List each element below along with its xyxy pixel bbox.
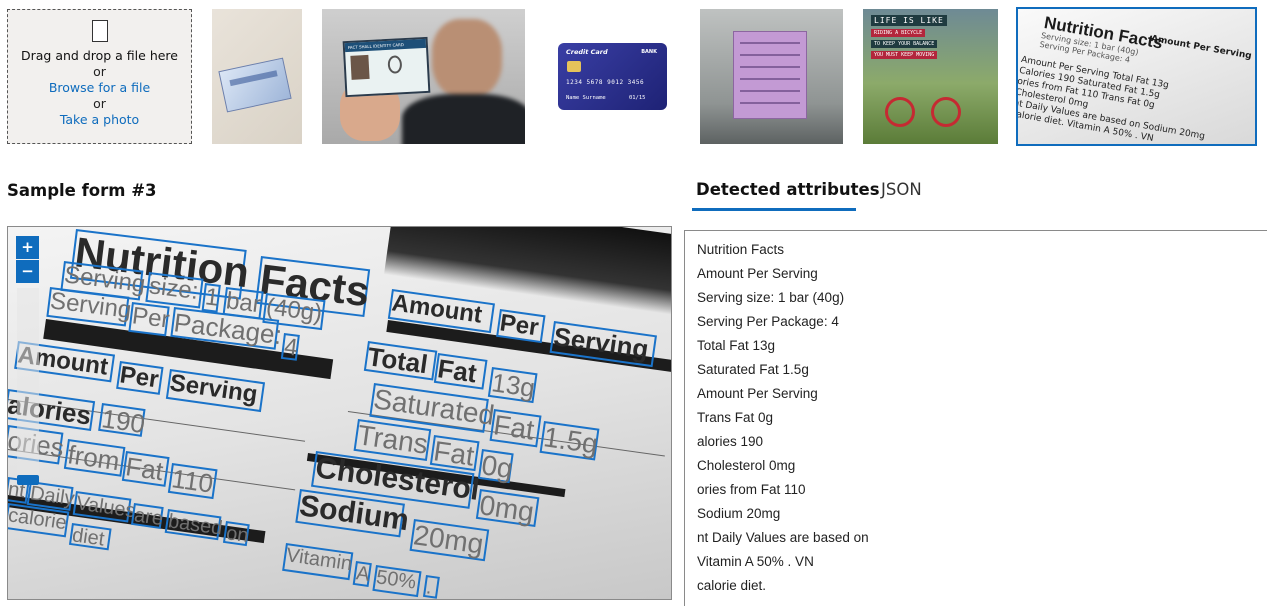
fingerprint-icon [387,55,403,74]
word-box[interactable]: are [130,503,164,530]
word-box[interactable]: 1.5g [539,421,600,461]
word-box[interactable]: Per [128,302,171,337]
card-title: Credit Card [566,48,608,56]
id-card-image: FACT SHALL IDENTITY CARD [342,36,431,98]
word-box[interactable]: Serving [165,369,266,413]
poster-line-3: TO KEEP YOUR BALANCE [871,40,938,48]
word-box[interactable]: Values [72,491,137,523]
word-box[interactable]: 13g [487,367,538,404]
detected-line: Amount Per Serving [697,266,818,281]
word-box[interactable]: 0g [477,449,515,484]
word-box[interactable]: 0mg [475,489,540,528]
word-box[interactable]: size: [145,272,204,309]
word-box[interactable]: Fat [433,353,488,390]
detected-line: Serving Per Package: 4 [697,314,839,329]
poster-line-2: RIDING A BICYCLE [871,29,926,37]
word-box[interactable]: from [63,439,126,477]
social-security-card-thumbnail[interactable] [212,9,302,144]
id-photo [350,54,370,80]
detected-line: Saturated Fat 1.5g [697,362,809,377]
detected-line: nt Daily Values are based on [697,530,869,545]
bicycle-wheel-icon [931,97,961,127]
word-box[interactable]: 190 [98,403,147,439]
card-bank: BANK [641,49,657,55]
detected-line: Serving size: 1 bar (40g) [697,290,845,305]
card-image [218,57,292,113]
sticky-note-thumbnail[interactable] [700,9,843,144]
browse-file-link[interactable]: Browse for a file [8,80,191,96]
bicycle-poster-thumbnail[interactable]: LIFE IS LIKE RIDING A BICYCLE TO KEEP YO… [863,9,998,144]
word-box[interactable]: . [422,575,440,599]
tab-json[interactable]: JSON [881,180,922,199]
card-holder: Name Surname 01/15 [566,95,646,101]
person-suit-image [402,94,525,144]
detected-line: Nutrition Facts [697,242,785,257]
zoom-out-button[interactable]: − [16,260,39,283]
identity-card-thumbnail[interactable]: FACT SHALL IDENTITY CARD [322,9,525,144]
detected-line: alories 190 [697,434,764,449]
zoom-slider-handle[interactable] [17,475,39,485]
detected-attributes-panel: Nutrition Facts Amount Per Serving Servi… [684,230,1267,606]
word-box[interactable]: Trans [353,419,432,461]
word-box[interactable]: Total [363,341,438,381]
word-box[interactable]: Fat [121,451,170,487]
detected-line: calorie diet. [697,578,767,593]
poster-line-1: LIFE IS LIKE [871,15,947,26]
take-photo-link[interactable]: Take a photo [8,112,191,128]
chip-icon [567,61,581,72]
word-box[interactable]: based [164,509,224,541]
thumb-amount: Amount Per Serving [1150,34,1253,62]
word-box[interactable]: 1 [201,283,221,313]
active-tab-indicator [692,208,856,211]
word-box[interactable]: Vitamin [282,543,354,581]
tab-detected-attributes[interactable]: Detected attributes [696,180,880,199]
poster-line-4: YOU MUST KEEP MOVING [871,51,938,59]
detected-line: Sodium 20mg [697,506,781,521]
file-icon [91,20,108,42]
detected-line: Trans Fat 0g [697,410,774,425]
or-text: or [93,64,106,79]
person-head-image [432,19,502,99]
word-box[interactable]: A [352,561,372,587]
word-box[interactable]: 110 [167,463,218,500]
zoom-slider-track[interactable] [17,288,39,478]
document-image-viewer[interactable]: Nutrition Facts Serving size: 1 bar (40g… [7,226,672,600]
card-number: 1234 5678 9012 3456 [566,79,645,86]
detected-line: Amount Per Serving [697,386,818,401]
card-holder-name: Name Surname [566,95,606,101]
word-box[interactable]: diet [68,523,112,551]
zoom-in-button[interactable]: + [16,236,39,259]
word-box[interactable]: Fat [489,409,542,448]
id-card-header: FACT SHALL IDENTITY CARD [344,38,427,53]
word-box[interactable]: 50% [372,565,422,598]
detected-line: Vitamin A 50% . VN [697,554,814,569]
word-box[interactable]: Serving [549,321,657,368]
sticky-note-image [733,31,807,119]
detected-line: ories from Fat 110 [697,482,806,497]
detected-line: Total Fat 13g [697,338,776,353]
word-box[interactable]: 4 [280,333,300,362]
bicycle-wheel-icon [885,97,915,127]
or-text: or [93,96,106,111]
word-box[interactable]: on [222,521,250,547]
drag-drop-text: Drag and drop a file here [21,48,178,63]
thumb-lines: Amount Per Serving Total Fat 13g Calorie… [1018,55,1249,144]
credit-card-thumbnail[interactable]: Credit Card BANK 1234 5678 9012 3456 Nam… [558,43,667,110]
word-box[interactable]: Fat [429,435,480,472]
word-box[interactable]: Per [116,361,164,395]
word-box[interactable]: 20mg [409,519,490,562]
form-recognizer-page: Drag and drop a file here or Browse for … [0,0,1267,606]
file-drop-zone[interactable]: Drag and drop a file here or Browse for … [7,9,192,144]
detected-line: Cholesterol 0mg [697,458,796,473]
card-expiry: 01/15 [628,95,646,101]
nutrition-facts-thumbnail[interactable]: Nutrition Facts Serving size: 1 bar (40g… [1016,7,1257,146]
sample-form-title: Sample form #3 [7,181,157,200]
